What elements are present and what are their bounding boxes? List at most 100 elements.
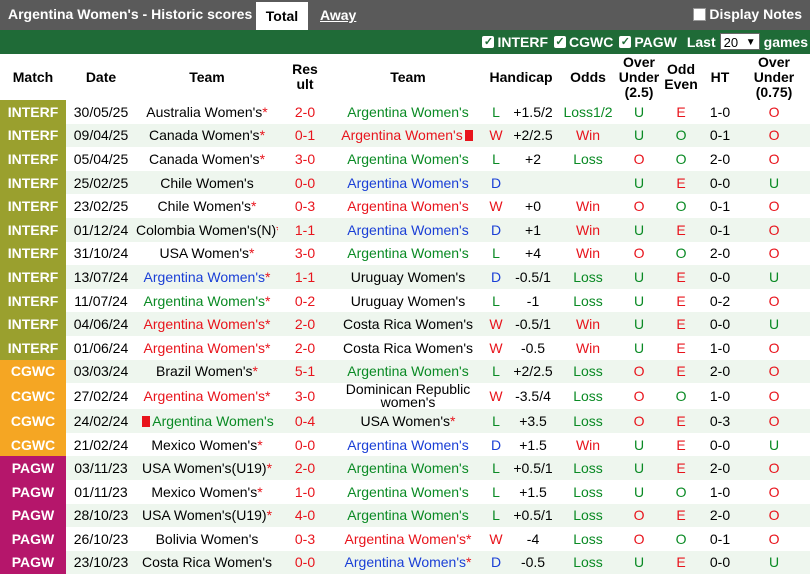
home-team-name[interactable]: Australia Women's — [146, 104, 262, 120]
home-team-name[interactable]: Brazil Women's — [156, 363, 253, 379]
league-cell[interactable]: CGWC — [0, 432, 66, 457]
league-cell-text[interactable]: INTERF — [8, 175, 59, 191]
score-cell[interactable]: 2-0 — [278, 335, 332, 360]
league-cell-text[interactable]: PAGW — [12, 507, 55, 523]
home-team-name[interactable]: Canada Women's — [149, 127, 260, 143]
away-team-name[interactable]: Argentina Women's — [341, 127, 462, 143]
away-team-cell[interactable]: USA Women's* — [332, 409, 484, 433]
home-team-cell[interactable]: Canada Women's* — [136, 123, 278, 148]
score-cell[interactable]: 0-3 — [278, 527, 332, 551]
home-team-name[interactable]: Mexico Women's — [151, 484, 257, 500]
away-team-name[interactable]: Argentina Women's — [345, 531, 466, 547]
score-cell[interactable]: 5-1 — [278, 359, 332, 384]
display-notes-checkbox[interactable] — [693, 7, 707, 21]
filter-pagw-checkbox[interactable]: ✓ — [619, 35, 632, 48]
league-cell[interactable]: INTERF — [0, 335, 66, 360]
league-cell-text[interactable]: PAGW — [12, 554, 55, 570]
score-cell-text[interactable]: 2-0 — [295, 340, 315, 356]
away-team-name[interactable]: Costa Rica Women's — [343, 316, 473, 332]
away-team-cell[interactable]: Uruguay Women's — [332, 288, 484, 313]
away-team-cell[interactable]: Argentina Women's — [332, 123, 484, 148]
score-cell-text[interactable]: 2-0 — [295, 316, 315, 332]
away-team-cell[interactable]: Argentina Women's — [332, 503, 484, 528]
score-cell[interactable]: 0-2 — [278, 288, 332, 313]
league-cell[interactable]: PAGW — [0, 456, 66, 480]
away-team-name[interactable]: Argentina Women's — [345, 554, 466, 570]
away-team-cell[interactable]: Costa Rica Women's — [332, 312, 484, 336]
display-notes-toggle[interactable]: Display Notes — [693, 6, 802, 22]
league-cell-text[interactable]: CGWC — [11, 388, 55, 404]
score-cell-text[interactable]: 0-2 — [295, 293, 315, 309]
score-cell[interactable]: 3-0 — [278, 383, 332, 410]
league-cell-text[interactable]: INTERF — [8, 245, 59, 261]
score-cell-text[interactable]: 3-0 — [295, 388, 315, 404]
league-cell-text[interactable]: PAGW — [12, 460, 55, 476]
home-team-name[interactable]: Argentina Women's — [144, 388, 265, 404]
home-team-name[interactable]: USA Women's — [159, 245, 249, 261]
away-team-cell[interactable]: Dominican Republic women's — [332, 383, 484, 410]
home-team-name[interactable]: Argentina Women's — [144, 340, 265, 356]
score-cell[interactable]: 2-0 — [278, 312, 332, 336]
score-cell[interactable]: 0-0 — [278, 432, 332, 457]
league-cell-text[interactable]: INTERF — [8, 198, 59, 214]
away-team-name[interactable]: Argentina Women's — [347, 151, 468, 167]
score-cell-text[interactable]: 5-1 — [295, 363, 315, 379]
score-cell[interactable]: 1-0 — [278, 479, 332, 504]
away-team-cell[interactable]: Argentina Women's — [332, 359, 484, 384]
away-team-name[interactable]: Argentina Women's — [347, 484, 468, 500]
filter-interf-checkbox[interactable]: ✓ — [482, 35, 495, 48]
league-cell-text[interactable]: CGWC — [11, 413, 55, 429]
score-cell-text[interactable]: 0-4 — [295, 413, 315, 429]
home-team-name[interactable]: Argentina Women's — [144, 269, 265, 285]
score-cell[interactable]: 1-1 — [278, 217, 332, 242]
score-cell[interactable]: 0-4 — [278, 409, 332, 433]
away-team-name[interactable]: Costa Rica Women's — [343, 340, 473, 356]
score-cell[interactable]: 0-0 — [278, 550, 332, 575]
away-team-name[interactable]: Argentina Women's — [347, 363, 468, 379]
away-team-name[interactable]: Argentina Women's — [347, 198, 468, 214]
home-team-cell[interactable]: Canada Women's* — [136, 147, 278, 171]
home-team-cell[interactable]: Colombia Women's(N)* — [136, 217, 278, 242]
score-cell[interactable]: 0-1 — [278, 123, 332, 148]
score-cell-text[interactable]: 0-1 — [295, 127, 315, 143]
score-cell-text[interactable]: 2-0 — [295, 104, 315, 120]
league-cell-text[interactable]: INTERF — [8, 151, 59, 167]
away-team-name[interactable]: Uruguay Women's — [351, 269, 465, 285]
home-team-cell[interactable]: Argentina Women's* — [136, 312, 278, 336]
home-team-name[interactable]: USA Women's(U19) — [142, 460, 267, 476]
away-team-cell[interactable]: Argentina Women's — [332, 147, 484, 171]
away-team-name[interactable]: Argentina Women's — [347, 507, 468, 523]
home-team-name[interactable]: Argentina Women's — [144, 293, 265, 309]
away-team-name[interactable]: Argentina Women's — [347, 222, 468, 238]
score-cell[interactable]: 2-0 — [278, 456, 332, 480]
league-cell[interactable]: CGWC — [0, 409, 66, 433]
league-cell-text[interactable]: INTERF — [8, 293, 59, 309]
last-games-select[interactable]: 20 ▼ — [719, 33, 760, 50]
away-team-name[interactable]: Dominican Republic women's — [346, 383, 471, 409]
score-cell-text[interactable]: 1-0 — [295, 484, 315, 500]
away-team-name[interactable]: Argentina Women's — [347, 104, 468, 120]
league-cell[interactable]: INTERF — [0, 312, 66, 336]
league-cell-text[interactable]: INTERF — [8, 104, 59, 120]
league-cell[interactable]: INTERF — [0, 265, 66, 289]
tab-total[interactable]: Total — [256, 2, 308, 30]
league-cell-text[interactable]: PAGW — [12, 484, 55, 500]
away-team-cell[interactable]: Argentina Women's — [332, 170, 484, 195]
league-cell[interactable]: CGWC — [0, 383, 66, 410]
league-cell-text[interactable]: INTERF — [8, 316, 59, 332]
home-team-cell[interactable]: USA Women's* — [136, 241, 278, 266]
score-cell-text[interactable]: 0-0 — [295, 437, 315, 453]
away-team-name[interactable]: Argentina Women's — [347, 437, 468, 453]
league-cell[interactable]: INTERF — [0, 194, 66, 218]
home-team-name[interactable]: Argentina Women's — [152, 413, 273, 429]
home-team-name[interactable]: Canada Women's — [149, 151, 260, 167]
score-cell-text[interactable]: 3-0 — [295, 151, 315, 167]
league-cell[interactable]: PAGW — [0, 527, 66, 551]
away-team-name[interactable]: Uruguay Women's — [351, 293, 465, 309]
home-team-cell[interactable]: Chile Women's — [136, 170, 278, 195]
score-cell[interactable]: 2-0 — [278, 100, 332, 124]
tab-away[interactable]: Away — [320, 7, 356, 23]
league-cell-text[interactable]: INTERF — [8, 222, 59, 238]
score-cell-text[interactable]: 2-0 — [295, 460, 315, 476]
home-team-cell[interactable]: Australia Women's* — [136, 100, 278, 124]
